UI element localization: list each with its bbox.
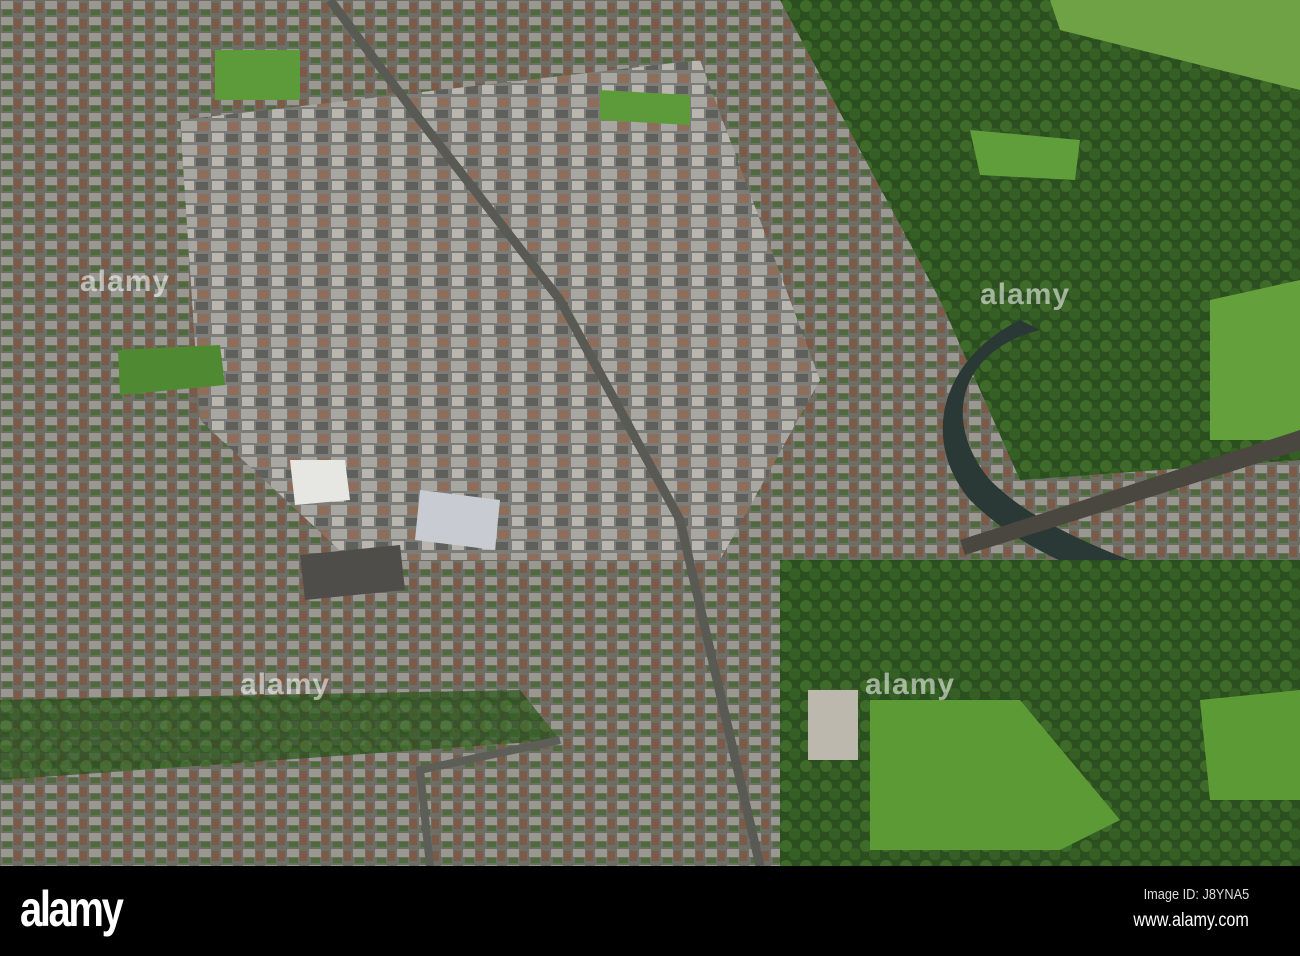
alamy-logo: alamy — [20, 881, 124, 937]
footer-bar: alamy Image ID: J8YNA5 www.alamy.com — [0, 866, 1300, 956]
watermark: alamy — [980, 278, 1071, 311]
image-id: Image ID: J8YNA5 — [1143, 886, 1249, 903]
watermark: alamy — [865, 668, 956, 701]
watermark: alamy — [240, 668, 331, 701]
aerial-town-photo — [0, 0, 1300, 866]
watermark: alamy — [80, 265, 171, 298]
website-link[interactable]: www.alamy.com — [1134, 910, 1249, 932]
